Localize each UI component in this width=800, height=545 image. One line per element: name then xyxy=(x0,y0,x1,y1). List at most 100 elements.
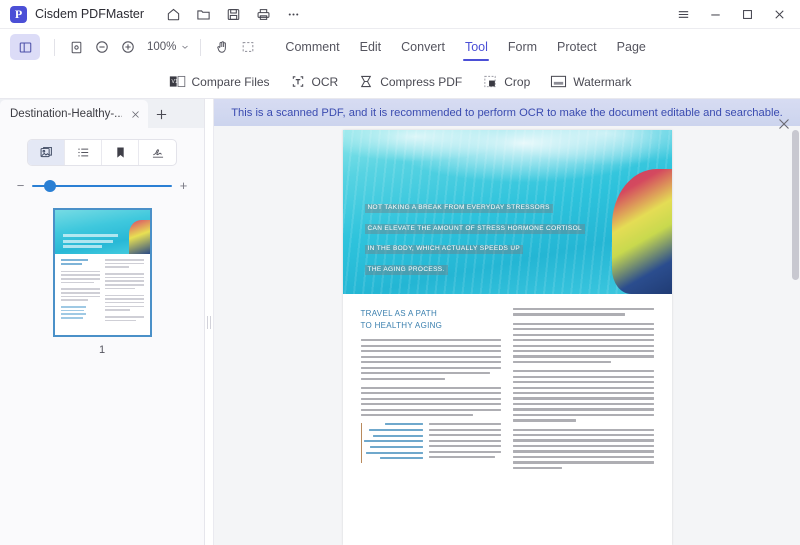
vertical-scrollbar[interactable] xyxy=(792,130,799,543)
minimize-icon[interactable] xyxy=(700,2,730,26)
main-toolbar: 100% Comment Edit Convert Tool Form Prot… xyxy=(0,29,800,65)
maximize-icon[interactable] xyxy=(732,2,762,26)
hero-caption-line-4: THE AGING PROCESS. xyxy=(365,265,448,275)
tool-ribbon: V1 Compare Files OCR Compress PDF Crop xyxy=(0,65,800,99)
compare-files-button[interactable]: V1 Compare Files xyxy=(169,74,270,89)
tab-edit[interactable]: Edit xyxy=(350,30,392,64)
hero-caption-line-3: IN THE BODY, WHICH ACTUALLY SPEEDS UP xyxy=(365,245,524,255)
document-tab[interactable]: Destination-Healthy-... xyxy=(0,100,148,128)
document-tab-strip: Destination-Healthy-... xyxy=(0,99,204,128)
plus-icon xyxy=(155,108,168,121)
more-options-icon[interactable] xyxy=(280,3,306,25)
watermark-icon xyxy=(550,74,567,89)
sidebar-item-bookmarks[interactable] xyxy=(102,140,139,165)
tab-tool[interactable]: Tool xyxy=(455,30,498,64)
svg-text:V1: V1 xyxy=(171,79,177,85)
close-tab-icon[interactable] xyxy=(128,107,142,121)
article-column-right xyxy=(513,308,654,545)
scrollbar-thumb[interactable] xyxy=(792,130,799,280)
splitter-grip-icon xyxy=(207,316,212,329)
paragraph xyxy=(513,370,654,421)
zoom-in-icon[interactable] xyxy=(115,35,141,59)
hand-tool-icon[interactable] xyxy=(209,35,235,59)
pull-quote xyxy=(361,423,502,463)
slider-handle[interactable] xyxy=(44,180,56,192)
paragraph xyxy=(513,323,654,363)
sidebar-toggle-button[interactable] xyxy=(10,34,40,60)
app-logo: P xyxy=(10,6,27,23)
thumbnail-hero-image xyxy=(55,210,150,254)
page-hero-image: NOT TAKING A BREAK FROM EVERYDAY STRESSO… xyxy=(343,130,672,294)
tab-page[interactable]: Page xyxy=(607,30,656,64)
bookmark-icon xyxy=(113,145,128,160)
crop-button[interactable]: Crop xyxy=(482,74,530,89)
article-column-left: TRAVEL AS A PATH TO HEALTHY AGING xyxy=(361,308,502,545)
crop-icon xyxy=(482,74,498,89)
compare-files-icon: V1 xyxy=(169,74,186,89)
thumbnail-page-number: 1 xyxy=(99,344,105,356)
page-fit-icon[interactable] xyxy=(63,35,89,59)
ocr-icon xyxy=(290,74,306,89)
watermark-label: Watermark xyxy=(573,75,631,89)
zoom-level-dropdown[interactable]: 100% xyxy=(147,41,190,53)
page-canvas[interactable]: NOT TAKING A BREAK FROM EVERYDAY STRESSO… xyxy=(214,126,800,545)
close-icon[interactable] xyxy=(764,2,794,26)
title-bar: P Cisdem PDFMaster xyxy=(0,0,800,29)
thumb-zoom-in-label[interactable]: + xyxy=(179,179,188,192)
sidebar-item-outline[interactable] xyxy=(65,140,102,165)
compress-pdf-button[interactable]: Compress PDF xyxy=(358,74,462,89)
workspace: Destination-Healthy-... xyxy=(0,99,800,545)
compress-pdf-label: Compress PDF xyxy=(380,75,462,89)
signature-icon xyxy=(150,145,166,160)
tab-form[interactable]: Form xyxy=(498,30,547,64)
slider-track[interactable] xyxy=(32,185,172,187)
list-icon xyxy=(76,145,91,160)
new-tab-button[interactable] xyxy=(148,100,174,128)
thumbnail-page-1[interactable] xyxy=(53,208,152,337)
pull-quote-text xyxy=(362,423,423,463)
article-title-line-1: TRAVEL AS A PATH xyxy=(361,308,502,320)
print-icon[interactable] xyxy=(250,3,276,25)
open-folder-icon[interactable] xyxy=(190,3,216,25)
sidebar-item-signature[interactable] xyxy=(139,140,176,165)
paragraph xyxy=(361,387,502,417)
ocr-banner-message: This is a scanned PDF, and it is recomme… xyxy=(231,107,783,119)
thumbnail-text-body xyxy=(55,254,150,328)
thumbnail-zoom-slider[interactable]: − + xyxy=(0,166,204,192)
zoom-out-icon[interactable] xyxy=(89,35,115,59)
crop-label: Crop xyxy=(504,75,530,89)
compress-pdf-icon xyxy=(358,74,374,89)
home-icon[interactable] xyxy=(160,3,186,25)
titlebar-actions xyxy=(160,3,306,25)
ocr-button[interactable]: OCR xyxy=(290,74,339,89)
save-icon[interactable] xyxy=(220,3,246,25)
article-title-line-2: TO HEALTHY AGING xyxy=(361,320,502,332)
chevron-down-icon xyxy=(180,42,190,52)
watermark-button[interactable]: Watermark xyxy=(550,74,631,89)
paragraph xyxy=(361,339,502,379)
sidebar: Destination-Healthy-... xyxy=(0,99,205,545)
panel-segmented-control xyxy=(27,139,177,166)
tab-comment[interactable]: Comment xyxy=(275,30,349,64)
thumb-zoom-out-label[interactable]: − xyxy=(16,179,25,192)
app-window: P Cisdem PDFMaster xyxy=(0,0,800,545)
toolbar-separator-1 xyxy=(54,39,55,56)
tab-convert[interactable]: Convert xyxy=(391,30,455,64)
ribbon-tabs: Comment Edit Convert Tool Form Protect P… xyxy=(275,30,794,64)
tab-protect[interactable]: Protect xyxy=(547,30,607,64)
toolbar-separator-2 xyxy=(200,39,201,56)
sidebar-panel-switcher xyxy=(0,128,204,166)
menu-icon[interactable] xyxy=(668,2,698,26)
hero-caption-block: NOT TAKING A BREAK FROM EVERYDAY STRESSO… xyxy=(365,196,585,278)
sidebar-item-thumbnails[interactable] xyxy=(28,140,65,165)
quote-adjacent-text xyxy=(429,423,501,463)
sidebar-splitter[interactable] xyxy=(205,99,214,545)
thumbnail-icon xyxy=(39,145,54,160)
document-area: This is a scanned PDF, and it is recomme… xyxy=(214,99,800,545)
select-area-icon[interactable] xyxy=(235,35,261,59)
thumbnail-list[interactable]: 1 xyxy=(0,192,204,545)
ocr-banner: This is a scanned PDF, and it is recomme… xyxy=(214,99,800,126)
paragraph xyxy=(513,429,654,469)
paragraph xyxy=(513,308,654,316)
article-title: TRAVEL AS A PATH TO HEALTHY AGING xyxy=(361,308,502,331)
